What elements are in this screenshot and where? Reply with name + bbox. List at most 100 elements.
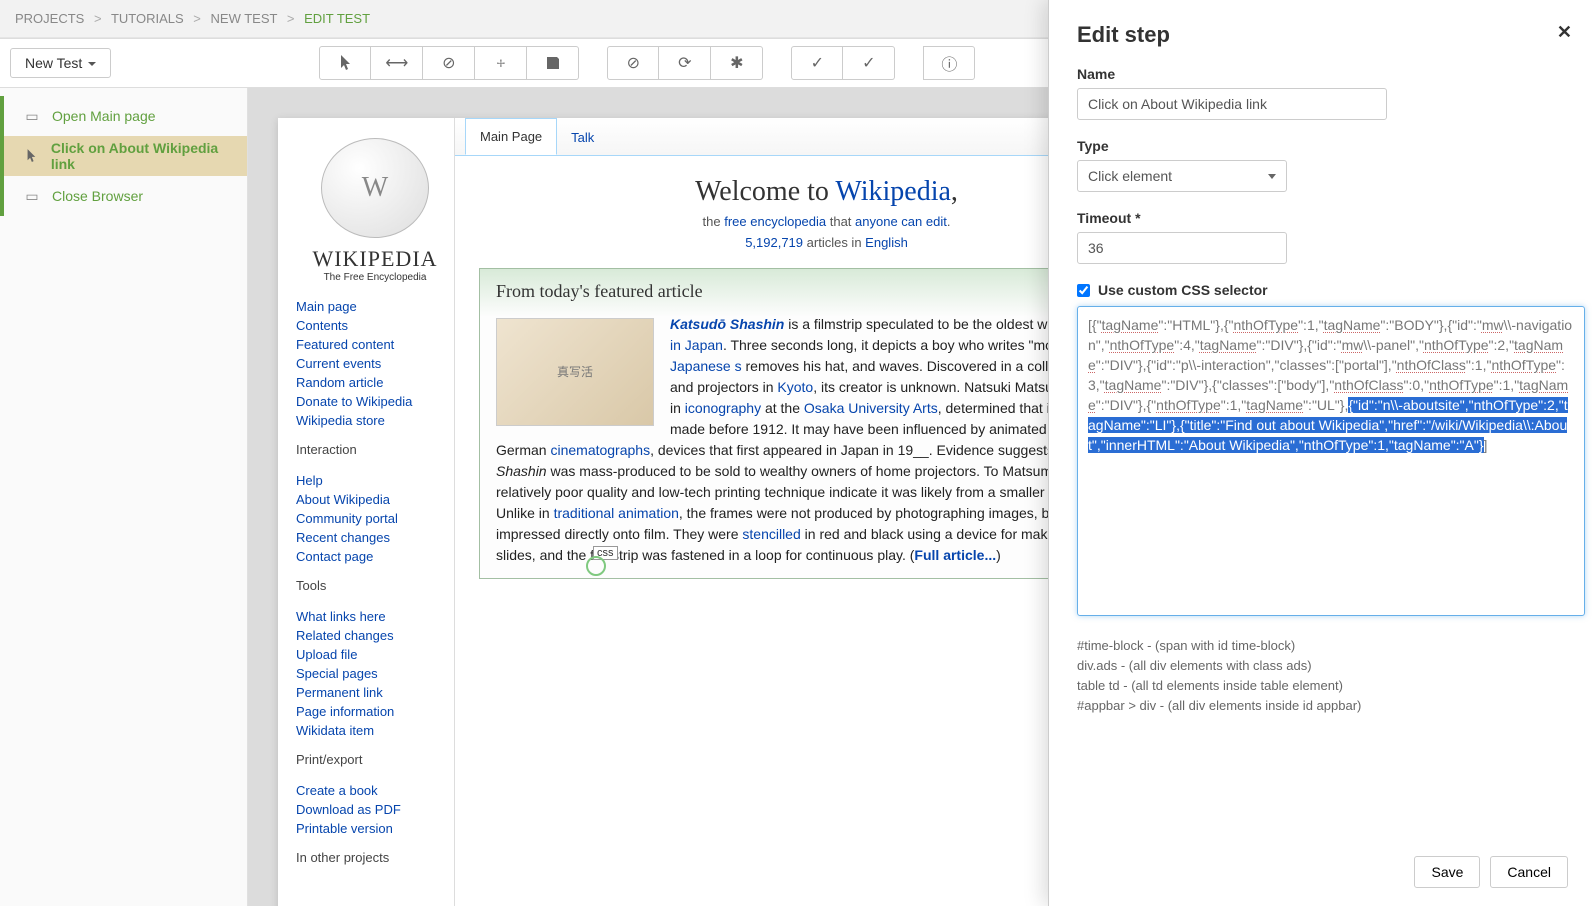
crumb-new-test[interactable]: NEW TEST <box>211 11 278 26</box>
type-select[interactable]: Click element <box>1077 160 1287 192</box>
thumbnail-icon: 真写活 <box>496 318 654 426</box>
tab-main-page[interactable]: Main Page <box>465 118 557 155</box>
wiki-link[interactable]: Featured content <box>296 335 454 354</box>
wiki-link[interactable]: Main page <box>296 297 454 316</box>
align-tool-icon[interactable]: ⧾ <box>475 46 527 80</box>
wiki-link[interactable]: Recent changes <box>296 528 454 547</box>
step-open-main[interactable]: ▭ Open Main page <box>0 96 247 136</box>
wiki-link[interactable]: Create a book <box>296 781 454 800</box>
wiki-link[interactable]: Contents <box>296 316 454 335</box>
article-link[interactable]: cinematographs <box>550 442 650 458</box>
wiki-nav: Main page Contents Featured content Curr… <box>296 297 454 430</box>
wiki-link[interactable]: Donate to Wikipedia <box>296 392 454 411</box>
wiki-link[interactable]: Wikidata item <box>296 721 454 740</box>
wiki-link[interactable]: Download as PDF <box>296 800 454 819</box>
step-close-browser[interactable]: ▭ Close Browser <box>0 176 247 216</box>
wiki-link[interactable]: Related changes <box>296 626 454 645</box>
save-tool-icon[interactable] <box>527 46 579 80</box>
wiki-link[interactable]: Printable version <box>296 819 454 838</box>
selector-hints: #time-block - (span with id time-block) … <box>1077 636 1568 716</box>
wiki-logo-icon: W WIKIPEDIA The Free Encyclopedia <box>305 138 445 283</box>
wiki-section-h: Interaction <box>296 442 454 457</box>
wiki-link[interactable]: Community portal <box>296 509 454 528</box>
name-input[interactable] <box>1077 88 1387 120</box>
modal-actions: Save Cancel <box>1414 856 1568 888</box>
close-icon[interactable]: ✕ <box>1557 22 1572 43</box>
article-link[interactable]: iconography <box>685 400 761 416</box>
article-link[interactable]: stencilled <box>742 526 800 542</box>
step-label: Click on About Wikipedia link <box>51 140 232 172</box>
hint-row: #appbar > div - (all div elements inside… <box>1077 696 1568 716</box>
wiki-link[interactable]: Current events <box>296 354 454 373</box>
link-free[interactable]: free <box>724 214 746 229</box>
toolbar-group-4: ⓘ <box>923 46 975 80</box>
edit-step-modal: Edit step ✕ Name Type Click element Time… <box>1048 0 1596 906</box>
toolbar-group-3: ✓ ✓ <box>791 46 895 80</box>
timeout-input[interactable] <box>1077 232 1287 264</box>
article-link[interactable]: Osaka University Arts <box>804 400 938 416</box>
wiki-link[interactable]: Help <box>296 471 454 490</box>
info-tool-icon[interactable]: ⓘ <box>923 46 975 80</box>
step-label: Close Browser <box>52 188 143 204</box>
save-button[interactable]: Save <box>1414 856 1480 888</box>
wiki-name: WIKIPEDIA <box>312 246 437 272</box>
css-selector-textarea[interactable]: [{"tagName":"HTML"},{"nthOfType":1,"tagN… <box>1077 306 1585 616</box>
refresh-tool-icon[interactable]: ⟳ <box>659 46 711 80</box>
star-tool-icon[interactable]: ✱ <box>711 46 763 80</box>
wiki-link[interactable]: Contact page <box>296 547 454 566</box>
wiki-link[interactable]: Wikipedia store <box>296 411 454 430</box>
wiki-section-h: Tools <box>296 578 454 593</box>
type-label: Type <box>1077 138 1568 154</box>
crumb-edit-test: EDIT TEST <box>304 11 370 26</box>
wiki-sidebar: W WIKIPEDIA The Free Encyclopedia Main p… <box>278 118 454 906</box>
crumb-sep: > <box>94 11 102 26</box>
crumb-projects[interactable]: PROJECTS <box>15 11 84 26</box>
cancel-button[interactable]: Cancel <box>1490 856 1568 888</box>
wiki-link[interactable]: Random article <box>296 373 454 392</box>
wiki-link[interactable]: Special pages <box>296 664 454 683</box>
link-edit[interactable]: anyone can edit <box>855 214 947 229</box>
wiki-tagline: The Free Encyclopedia <box>324 272 427 283</box>
wiki-link[interactable]: What links here <box>296 607 454 626</box>
toolbar-group-2: ⊘ ⟳ ✱ <box>607 46 763 80</box>
block-tool-icon[interactable]: ⊘ <box>607 46 659 80</box>
timeout-label: Timeout * <box>1077 210 1568 226</box>
link-english[interactable]: English <box>865 235 908 250</box>
step-click-about[interactable]: Click on About Wikipedia link <box>0 136 247 176</box>
article-link[interactable]: Kyoto <box>777 379 813 395</box>
link-encyclopedia[interactable]: encyclopedia <box>750 214 826 229</box>
check2-tool-icon[interactable]: ✓ <box>843 46 895 80</box>
article-link[interactable]: Japanese s <box>670 358 742 374</box>
name-label: Name <box>1077 66 1568 82</box>
wiki-link[interactable]: Permanent link <box>296 683 454 702</box>
full-article-link[interactable]: Full article... <box>914 547 996 563</box>
breadcrumb: PROJECTS > TUTORIALS > NEW TEST > EDIT T… <box>15 11 370 26</box>
wiki-link[interactable]: Upload file <box>296 645 454 664</box>
hint-row: table td - (all td elements inside table… <box>1077 676 1568 696</box>
check-tool-icon[interactable]: ✓ <box>791 46 843 80</box>
step-label: Open Main page <box>52 108 156 124</box>
pointer-tool-icon[interactable] <box>319 46 371 80</box>
article-link[interactable]: traditional animation <box>554 505 679 521</box>
use-css-checkbox[interactable] <box>1077 284 1090 297</box>
crumb-tutorials[interactable]: TUTORIALS <box>111 11 184 26</box>
pointer-icon <box>24 148 39 164</box>
window-icon: ▭ <box>24 188 40 204</box>
crumb-sep: > <box>287 11 295 26</box>
toolbar-group-1: ⟷ ⊘ ⧾ <box>319 46 579 80</box>
wiki-link-about[interactable]: About Wikipedia <box>296 490 454 509</box>
steps-sidebar: ▭ Open Main page Click on About Wikipedi… <box>0 88 248 906</box>
modal-title: Edit step <box>1077 22 1568 48</box>
new-test-dropdown[interactable]: New Test <box>10 48 111 78</box>
link-stats[interactable]: 5,192,719 <box>745 235 803 250</box>
article-title-link[interactable]: Katsudō Shashin <box>670 316 784 332</box>
crumb-sep: > <box>193 11 201 26</box>
wiki-section-h: In other projects <box>296 850 454 865</box>
disable-tool-icon[interactable]: ⊘ <box>423 46 475 80</box>
split-tool-icon[interactable]: ⟷ <box>371 46 423 80</box>
hint-row: #time-block - (span with id time-block) <box>1077 636 1568 656</box>
wiki-link[interactable]: Page information <box>296 702 454 721</box>
window-icon: ▭ <box>24 108 40 124</box>
cursor-indicator-icon <box>586 556 606 576</box>
tab-talk[interactable]: Talk <box>557 120 608 155</box>
